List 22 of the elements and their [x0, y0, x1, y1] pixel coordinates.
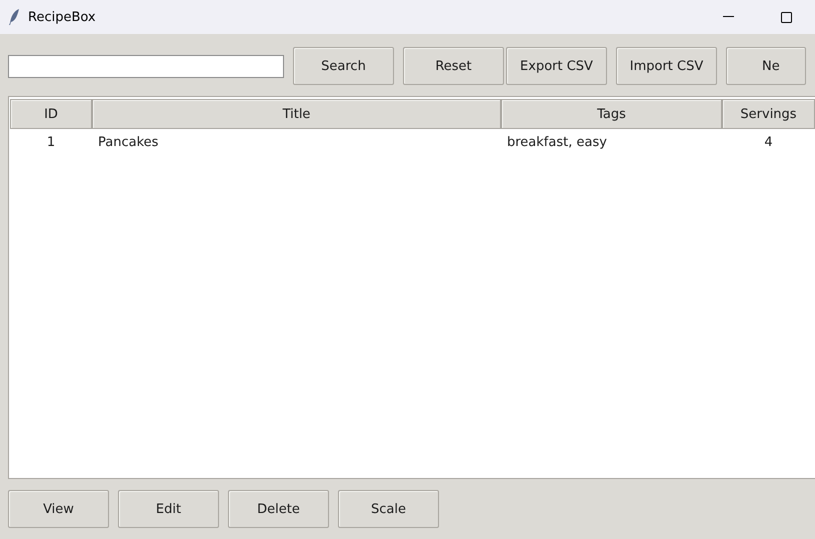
- column-header[interactable]: ID: [10, 99, 92, 129]
- column-header[interactable]: Servings: [722, 99, 815, 129]
- column-header[interactable]: Tags: [501, 99, 722, 129]
- toolbar-button[interactable]: Ne: [726, 47, 806, 85]
- window-title: RecipeBox: [28, 10, 97, 24]
- table-cell-text: breakfast, easy: [506, 134, 608, 150]
- maximize-icon[interactable]: [780, 12, 792, 22]
- action-button[interactable]: View: [8, 490, 109, 528]
- column-header[interactable]: Title: [92, 99, 501, 129]
- toolbar-button[interactable]: Search: [293, 47, 394, 85]
- feather-icon: [8, 8, 20, 26]
- table-cell-text: 1: [46, 134, 56, 150]
- search-field[interactable]: [8, 54, 284, 78]
- action-button[interactable]: Delete: [228, 490, 329, 528]
- table-cell-text: 4: [763, 134, 774, 150]
- action-button[interactable]: Scale: [338, 490, 439, 528]
- table-cell-text: Pancakes: [97, 134, 160, 150]
- toolbar-button[interactable]: Export CSV: [506, 47, 607, 85]
- minimize-icon[interactable]: [722, 16, 734, 18]
- toolbar-button[interactable]: Reset: [403, 47, 504, 85]
- toolbar-button[interactable]: Import CSV: [616, 47, 717, 85]
- action-button[interactable]: Edit: [118, 490, 219, 528]
